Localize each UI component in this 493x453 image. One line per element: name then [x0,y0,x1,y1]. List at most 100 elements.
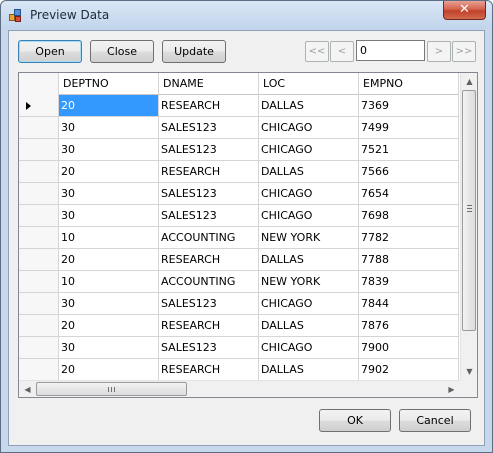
row-header-corner[interactable] [19,73,59,95]
row-header[interactable] [19,139,59,161]
cell-loc[interactable]: DALLAS [259,161,359,183]
cell-deptno[interactable]: 20 [59,315,159,337]
table-row[interactable]: 30 SALES123 CHICAGO 7844 [19,293,459,315]
horizontal-scrollbar[interactable]: ◀ ▶ [19,380,460,397]
row-header[interactable] [19,293,59,315]
cell-loc[interactable]: CHICAGO [259,337,359,359]
cell-loc[interactable]: NEW YORK [259,227,359,249]
table-row[interactable]: 30 SALES123 CHICAGO 7499 [19,117,459,139]
horizontal-scroll-thumb[interactable] [36,382,187,396]
close-button[interactable]: Close [90,40,154,63]
cell-loc[interactable]: NEW YORK [259,271,359,293]
row-header[interactable] [19,95,59,117]
cell-dname[interactable]: SALES123 [159,293,259,315]
scroll-up-arrow-icon[interactable]: ▲ [461,73,477,90]
row-header[interactable] [19,337,59,359]
row-header[interactable] [19,271,59,293]
row-header[interactable] [19,117,59,139]
cell-empno[interactable]: 7902 [359,359,459,381]
cell-dname[interactable]: SALES123 [159,139,259,161]
cell-deptno[interactable]: 10 [59,271,159,293]
cell-dname[interactable]: RESEARCH [159,315,259,337]
vertical-scrollbar[interactable]: ▲ ▼ [460,73,477,380]
next-page-button[interactable]: > [427,41,451,62]
data-grid[interactable]: DEPTNO DNAME LOC EMPNO 20 RESEARCH DALLAS 7… [18,72,478,398]
cell-dname[interactable]: ACCOUNTING [159,271,259,293]
cell-empno[interactable]: 7788 [359,249,459,271]
cell-loc[interactable]: DALLAS [259,249,359,271]
cell-dname[interactable]: RESEARCH [159,161,259,183]
row-header[interactable] [19,205,59,227]
cell-empno[interactable]: 7566 [359,161,459,183]
first-page-button[interactable]: << [305,41,329,62]
cell-empno[interactable]: 7900 [359,337,459,359]
cell-deptno[interactable]: 30 [59,337,159,359]
cell-empno[interactable]: 7499 [359,117,459,139]
cell-deptno[interactable]: 20 [59,95,159,117]
cell-dname[interactable]: RESEARCH [159,95,259,117]
cell-empno[interactable]: 7839 [359,271,459,293]
cell-deptno[interactable]: 30 [59,139,159,161]
cell-empno[interactable]: 7782 [359,227,459,249]
table-row[interactable]: 30 SALES123 CHICAGO 7521 [19,139,459,161]
table-row[interactable]: 10 ACCOUNTING NEW YORK 7782 [19,227,459,249]
cell-deptno[interactable]: 30 [59,117,159,139]
window-close-button[interactable]: ✕ [443,1,486,20]
cell-empno[interactable]: 7369 [359,95,459,117]
last-page-button[interactable]: >> [452,41,476,62]
table-row[interactable]: 30 SALES123 CHICAGO 7654 [19,183,459,205]
cell-loc[interactable]: DALLAS [259,359,359,381]
cell-deptno[interactable]: 10 [59,227,159,249]
table-row[interactable]: 20 RESEARCH DALLAS 7369 [19,95,459,117]
table-row[interactable]: 30 SALES123 CHICAGO 7900 [19,337,459,359]
page-number-input[interactable]: 0 [356,40,425,61]
row-header[interactable] [19,161,59,183]
row-header[interactable] [19,183,59,205]
cell-loc[interactable]: CHICAGO [259,139,359,161]
cancel-button[interactable]: Cancel [399,409,471,432]
table-row[interactable]: 20 RESEARCH DALLAS 7788 [19,249,459,271]
ok-button[interactable]: OK [319,409,391,432]
cell-dname[interactable]: SALES123 [159,117,259,139]
row-header[interactable] [19,227,59,249]
row-header[interactable] [19,359,59,381]
cell-deptno[interactable]: 20 [59,161,159,183]
cell-loc[interactable]: CHICAGO [259,183,359,205]
table-row[interactable]: 10 ACCOUNTING NEW YORK 7839 [19,271,459,293]
column-header-loc[interactable]: LOC [259,73,359,95]
cell-loc[interactable]: CHICAGO [259,205,359,227]
table-row[interactable]: 20 RESEARCH DALLAS 7876 [19,315,459,337]
title-bar[interactable]: Preview Data ✕ [1,1,492,29]
open-button[interactable]: Open [18,40,82,63]
cell-empno[interactable]: 7521 [359,139,459,161]
previous-page-button[interactable]: < [330,41,354,62]
cell-empno[interactable]: 7698 [359,205,459,227]
column-header-dname[interactable]: DNAME [159,73,259,95]
vertical-scroll-thumb[interactable] [462,90,476,331]
cell-empno[interactable]: 7844 [359,293,459,315]
scroll-left-arrow-icon[interactable]: ◀ [19,381,36,397]
cell-dname[interactable]: SALES123 [159,205,259,227]
cell-empno[interactable]: 7876 [359,315,459,337]
cell-dname[interactable]: SALES123 [159,337,259,359]
cell-deptno[interactable]: 30 [59,293,159,315]
cell-dname[interactable]: RESEARCH [159,249,259,271]
update-button[interactable]: Update [162,40,226,63]
scroll-down-arrow-icon[interactable]: ▼ [461,363,477,380]
table-row[interactable]: 20 RESEARCH DALLAS 7566 [19,161,459,183]
row-header[interactable] [19,249,59,271]
cell-deptno[interactable]: 20 [59,359,159,381]
column-header-empno[interactable]: EMPNO [359,73,459,95]
cell-deptno[interactable]: 30 [59,205,159,227]
cell-deptno[interactable]: 20 [59,249,159,271]
cell-dname[interactable]: SALES123 [159,183,259,205]
table-row[interactable]: 20 RESEARCH DALLAS 7902 [19,359,459,381]
cell-loc[interactable]: DALLAS [259,95,359,117]
scroll-right-arrow-icon[interactable]: ▶ [443,381,460,397]
cell-empno[interactable]: 7654 [359,183,459,205]
row-header[interactable] [19,315,59,337]
cell-loc[interactable]: CHICAGO [259,293,359,315]
cell-deptno[interactable]: 30 [59,183,159,205]
cell-loc[interactable]: DALLAS [259,315,359,337]
cell-dname[interactable]: RESEARCH [159,359,259,381]
